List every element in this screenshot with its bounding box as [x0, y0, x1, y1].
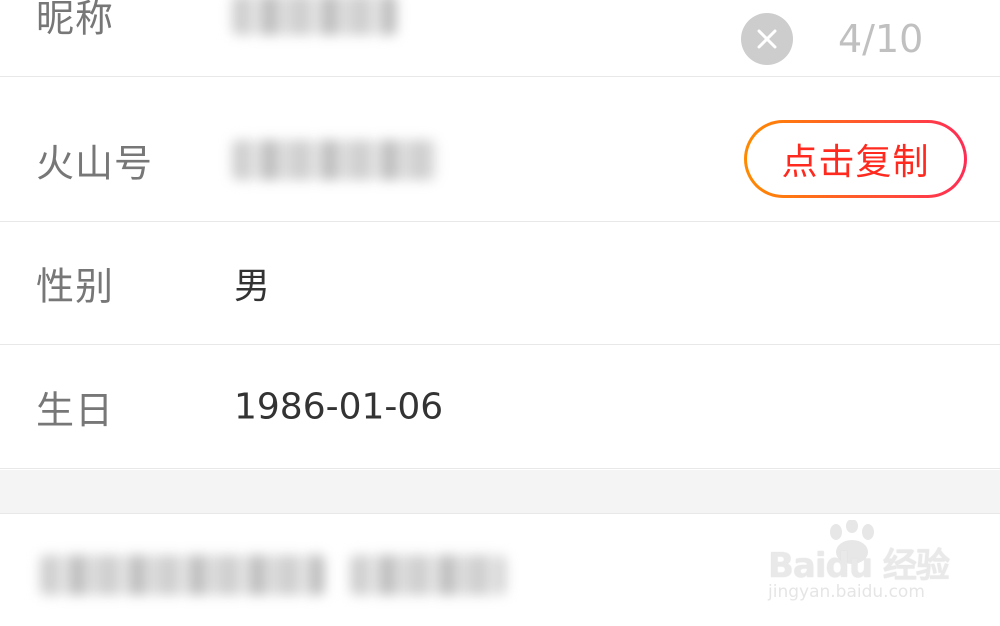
huoshan-id-value-blurred [232, 140, 437, 180]
birthday-row[interactable]: 生日 1986-01-06 [0, 346, 1000, 469]
signature-text-blurred-2 [350, 555, 505, 595]
nickname-label: 昵称 [36, 0, 115, 41]
gender-label: 性别 [36, 264, 115, 309]
signature-text-blurred-1 [40, 555, 325, 595]
copy-button[interactable]: 点击复制 [744, 120, 967, 198]
birthday-value: 1986-01-06 [234, 386, 444, 428]
clear-button[interactable] [741, 13, 793, 65]
nickname-value-blurred[interactable] [232, 0, 397, 35]
watermark-brand: Baidu 经验 [768, 546, 950, 586]
close-icon [757, 29, 777, 49]
birthday-label: 生日 [36, 388, 115, 433]
section-divider [0, 470, 1000, 514]
gender-row[interactable]: 性别 男 [0, 222, 1000, 345]
copy-button-label: 点击复制 [781, 142, 930, 183]
gender-value: 男 [234, 266, 271, 307]
copy-button-inner: 点击复制 [747, 123, 964, 195]
profile-edit-page: 昵称 4/10 火山号 点击复制 性别 男 生日 1986-01-06 Baid… [0, 0, 1000, 626]
nickname-char-counter: 4/10 [838, 17, 924, 61]
huoshan-id-label: 火山号 [36, 141, 154, 186]
nickname-row[interactable]: 昵称 4/10 [0, 0, 1000, 77]
baidu-watermark: Baidu 经验 jingyan.baidu.com [760, 520, 990, 610]
watermark-url: jingyan.baidu.com [768, 582, 925, 602]
